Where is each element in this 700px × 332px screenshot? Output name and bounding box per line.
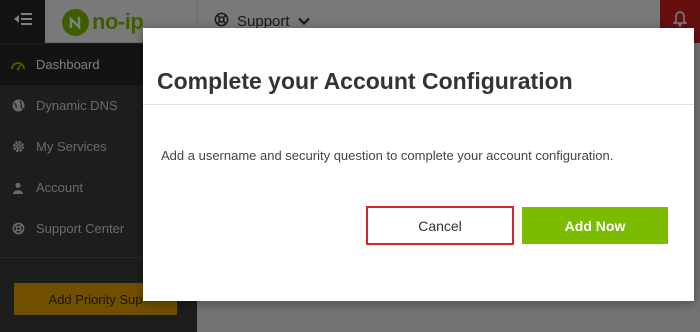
account-configuration-modal: Complete your Account Configuration Add … (143, 28, 694, 301)
modal-title-prefix: Complete your (157, 68, 324, 94)
modal-message: Add a username and security question to … (161, 148, 614, 163)
modal-divider (143, 104, 694, 105)
modal-title-bold: Account Configuration (323, 68, 573, 94)
modal-title: Complete your Account Configuration (157, 68, 573, 95)
cancel-button[interactable]: Cancel (366, 206, 514, 245)
add-now-button[interactable]: Add Now (522, 207, 668, 244)
